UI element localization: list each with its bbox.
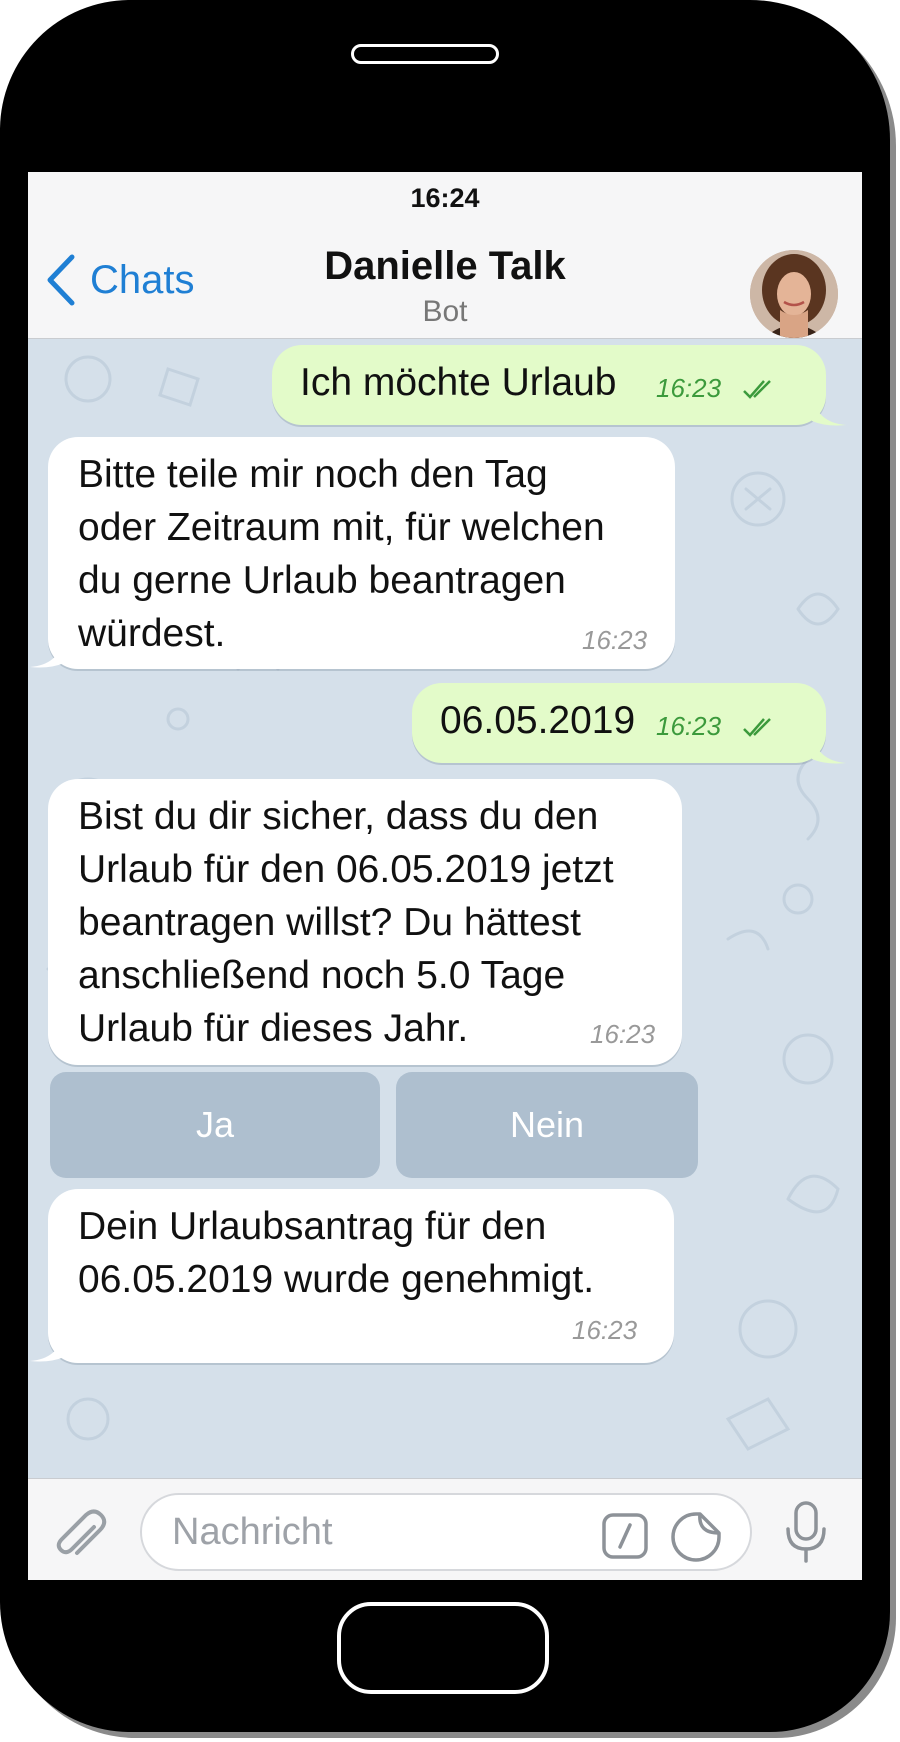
- double-check-icon: [743, 718, 771, 737]
- inline-button-ja[interactable]: Ja: [50, 1072, 380, 1178]
- message-text-line: beantragen willst? Du hättest: [78, 901, 581, 944]
- inline-button-label: Nein: [509, 1104, 585, 1145]
- message-text-line: 06.05.2019 wurde genehmigt.: [78, 1258, 595, 1301]
- bubble-tail: [812, 735, 846, 764]
- paperclip-icon[interactable]: [50, 1509, 110, 1569]
- chat-messages: Ich möchte Urlaub 16:23 Bitte teile mir …: [28, 339, 862, 1478]
- message-text-line: Urlaub für den 06.05.2019 jetzt: [78, 848, 614, 891]
- sticker-icon[interactable]: [670, 1511, 722, 1563]
- message-time: 16:23: [590, 1019, 656, 1049]
- message-text: 06.05.2019: [440, 699, 636, 742]
- slash-command-icon[interactable]: [602, 1513, 648, 1559]
- screen: 16:24 Chats Danielle Talk Bot Ich möchte…: [28, 172, 862, 1580]
- message-time: 16:23: [656, 711, 722, 741]
- composer-bar: [28, 1478, 862, 1580]
- message-text: Ich möchte Urlaub: [300, 361, 617, 404]
- avatar[interactable]: [750, 250, 838, 338]
- chat-subtitle: Bot: [422, 295, 468, 328]
- double-check-icon: [743, 380, 771, 399]
- message-text-line: Bitte teile mir noch den Tag: [78, 453, 548, 496]
- message-time: 16:23: [656, 373, 722, 403]
- chat-title[interactable]: Danielle Talk: [28, 244, 862, 289]
- bubble-tail: [812, 397, 846, 426]
- incoming-message[interactable]: Bist du dir sicher, dass du den Urlaub f…: [48, 779, 682, 1065]
- message-text-line: Bist du dir sicher, dass du den: [78, 795, 599, 838]
- chat-header: Chats Danielle Talk Bot: [28, 210, 862, 339]
- message-time: 16:23: [582, 625, 648, 655]
- phone-speaker: [351, 44, 499, 64]
- incoming-message[interactable]: Dein Urlaubsantrag für den 06.05.2019 wu…: [30, 1189, 674, 1363]
- message-text-line: oder Zeitraum mit, für welchen: [78, 506, 605, 549]
- microphone-icon[interactable]: [784, 1501, 828, 1563]
- message-text-line: Dein Urlaubsantrag für den: [78, 1205, 547, 1248]
- inline-button-nein[interactable]: Nein: [396, 1072, 698, 1178]
- message-text-line: würdest.: [78, 612, 226, 655]
- message-text-line: du gerne Urlaub beantragen: [78, 559, 566, 602]
- outgoing-message[interactable]: 06.05.2019 16:23: [412, 683, 846, 764]
- message-text-line: anschließend noch 5.0 Tage: [78, 954, 566, 997]
- status-bar: 16:24: [28, 172, 862, 213]
- message-input[interactable]: [140, 1493, 752, 1571]
- bubble-tail: [30, 1333, 64, 1362]
- inline-button-label: Ja: [195, 1104, 235, 1145]
- message-time: 16:23: [572, 1315, 638, 1345]
- outgoing-message[interactable]: Ich möchte Urlaub 16:23: [272, 345, 846, 426]
- phone-frame: 16:24 Chats Danielle Talk Bot Ich möchte…: [0, 0, 890, 1732]
- home-button[interactable]: [337, 1602, 549, 1694]
- bubble-tail: [30, 639, 64, 668]
- message-text-line: Urlaub für dieses Jahr.: [78, 1007, 469, 1050]
- incoming-message[interactable]: Bitte teile mir noch den Tag oder Zeitra…: [30, 437, 675, 669]
